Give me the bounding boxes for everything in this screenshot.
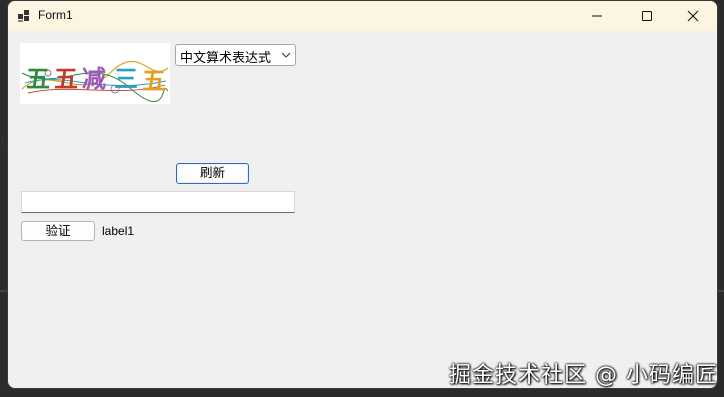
verify-button[interactable]: 验证 bbox=[21, 221, 95, 241]
form-window: Form1 五 五 减 三 五 中文算术表达式 刷新 验证 label1 bbox=[7, 0, 718, 389]
captcha-char: 三 bbox=[114, 65, 138, 93]
minimize-icon bbox=[592, 15, 602, 17]
captcha-char: 五 bbox=[26, 65, 50, 93]
maximize-button[interactable] bbox=[624, 1, 670, 31]
watermark: 掘金技术社区 @ 小码编匠 bbox=[449, 363, 718, 388]
refresh-button[interactable]: 刷新 bbox=[176, 163, 249, 184]
maximize-icon bbox=[642, 11, 652, 21]
answer-input[interactable] bbox=[21, 191, 295, 213]
window-title: Form1 bbox=[38, 8, 73, 22]
expression-type-value: 中文算术表达式 bbox=[180, 51, 272, 66]
captcha-char: 五 bbox=[54, 65, 78, 93]
minimize-button[interactable] bbox=[574, 1, 620, 31]
captcha-char: 五 bbox=[142, 67, 166, 95]
chevron-down-icon bbox=[281, 52, 291, 58]
captcha-char: 减 bbox=[82, 65, 106, 93]
captcha-graphic: 五 五 减 三 五 bbox=[21, 60, 169, 103]
close-button[interactable] bbox=[670, 1, 716, 31]
app-icon bbox=[18, 10, 30, 22]
title-bar[interactable]: Form1 bbox=[8, 1, 717, 31]
result-label: label1 bbox=[102, 224, 135, 238]
captcha-image: 五 五 减 三 五 bbox=[20, 43, 170, 104]
close-icon bbox=[687, 10, 699, 22]
expression-type-select[interactable]: 中文算术表达式 bbox=[175, 44, 296, 66]
